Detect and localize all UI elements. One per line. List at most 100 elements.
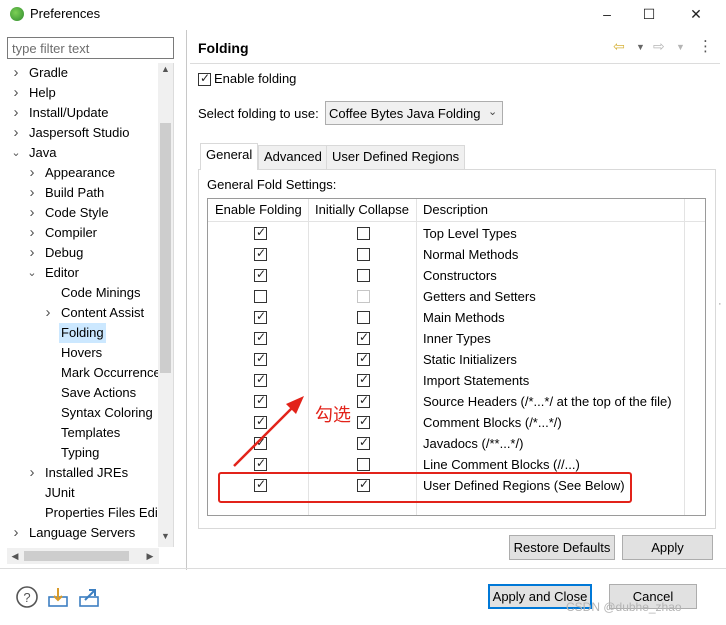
row-description: Inner Types <box>423 331 491 346</box>
sidebar-item-label: Templates <box>61 425 121 440</box>
enable-folding-checkbox[interactable] <box>254 225 267 240</box>
view-menu-icon[interactable]: ⋮ <box>698 37 713 55</box>
sidebar-item-label: Gradle <box>29 65 69 80</box>
column-divider <box>416 199 417 515</box>
chevron-right-icon[interactable]: › <box>11 123 21 143</box>
forward-arrow-icon[interactable]: ⇨ <box>653 38 665 55</box>
sidebar-item[interactable]: › Code Style <box>7 203 157 223</box>
chevron-right-icon[interactable]: › <box>27 243 37 263</box>
sidebar-item[interactable]: Mark Occurrence <box>7 363 161 383</box>
import-icon[interactable] <box>46 585 70 609</box>
enable-folding-checkbox[interactable] <box>254 351 267 366</box>
chevron-right-icon[interactable]: › <box>11 83 21 103</box>
sidebar-item[interactable]: › Content Assist <box>7 303 157 323</box>
initially-collapse-checkbox[interactable] <box>357 393 370 408</box>
initially-collapse-checkbox[interactable] <box>357 351 370 366</box>
row-description: Constructors <box>423 268 497 283</box>
column-header-collapse[interactable]: Initially Collapse <box>315 199 409 221</box>
enable-folding-checkbox[interactable] <box>254 267 267 282</box>
sidebar-item[interactable]: Hovers <box>7 343 157 363</box>
enable-folding-checkbox[interactable] <box>254 290 267 303</box>
forward-menu-chevron-icon[interactable]: ▼ <box>676 42 685 52</box>
row-description: Import Statements <box>423 373 530 388</box>
chevron-right-icon[interactable]: › <box>11 103 21 123</box>
row-description: Normal Methods <box>423 247 519 262</box>
sidebar-item[interactable]: ⌄ Editor <box>7 263 157 283</box>
restore-defaults-button[interactable]: Restore Defaults <box>509 535 615 560</box>
initially-collapse-checkbox[interactable] <box>357 372 370 387</box>
sidebar-item[interactable]: Properties Files Edi <box>7 503 158 523</box>
sidebar-item[interactable]: › Appearance <box>7 163 157 183</box>
preference-tree[interactable]: › Gradle › Help › Install/Update › Jaspersoft S… <box>7 63 174 547</box>
chevron-right-icon[interactable]: › <box>43 303 53 323</box>
pane-splitter[interactable] <box>186 30 187 570</box>
sidebar-item[interactable]: JUnit <box>7 483 157 503</box>
enable-folding-checkbox[interactable] <box>254 246 267 261</box>
chevron-right-icon[interactable]: › <box>27 223 37 243</box>
initially-collapse-checkbox[interactable] <box>357 330 370 345</box>
enable-folding-checkbox[interactable] <box>254 330 267 345</box>
maximize-icon[interactable]: ☐ <box>639 4 659 24</box>
column-header-enable[interactable]: Enable Folding <box>215 199 302 221</box>
scroll-up-icon[interactable]: ▲ <box>158 64 173 80</box>
sidebar-item[interactable]: ⌄ Java <box>7 143 157 163</box>
sidebar-item[interactable]: › Language Servers <box>7 523 157 543</box>
initially-collapse-checkbox[interactable] <box>357 435 370 450</box>
sidebar-item[interactable]: Code Minings <box>7 283 157 303</box>
apply-button[interactable]: Apply <box>622 535 713 560</box>
chevron-down-icon[interactable]: ⌄ <box>11 143 21 163</box>
sidebar-item-label: Content Assist <box>61 305 145 320</box>
initially-collapse-checkbox[interactable] <box>357 311 370 324</box>
initially-collapse-checkbox[interactable] <box>357 414 370 429</box>
sidebar-item[interactable]: Syntax Coloring <box>7 403 157 423</box>
tree-hscroll-thumb[interactable] <box>24 551 129 561</box>
sidebar-item[interactable]: Templates <box>7 423 157 443</box>
chevron-right-icon[interactable]: › <box>27 463 37 483</box>
sidebar-item[interactable]: Folding <box>7 323 157 343</box>
sidebar-item-label: Build Path <box>45 185 105 200</box>
tab-general[interactable]: General <box>200 143 259 170</box>
sidebar-item[interactable]: › Build Path <box>7 183 157 203</box>
tab-user-defined-regions[interactable]: User Defined Regions <box>326 145 466 169</box>
help-icon[interactable]: ? <box>15 585 39 609</box>
sidebar-item[interactable]: › Help <box>7 83 157 103</box>
sidebar-item[interactable]: › Debug <box>7 243 157 263</box>
sidebar-item[interactable]: › Gradle <box>7 63 157 83</box>
initially-collapse-checkbox[interactable] <box>357 269 370 282</box>
enable-folding-checkbox[interactable] <box>198 71 211 86</box>
back-menu-chevron-icon[interactable]: ▼ <box>636 42 645 52</box>
chevron-right-icon[interactable]: › <box>11 523 21 543</box>
enable-folding-checkbox[interactable] <box>254 309 267 324</box>
chevron-right-icon[interactable]: › <box>27 163 37 183</box>
sidebar-item[interactable]: › Install/Update <box>7 103 157 123</box>
initially-collapse-checkbox[interactable] <box>357 458 370 471</box>
sidebar-item[interactable]: Save Actions <box>7 383 157 403</box>
tab-advanced[interactable]: Advanced <box>258 145 328 169</box>
close-icon[interactable]: ✕ <box>686 4 706 24</box>
minimize-icon[interactable]: – <box>597 4 617 24</box>
sidebar-item[interactable]: › Installed JREs <box>7 463 157 483</box>
chevron-right-icon[interactable]: › <box>11 63 21 83</box>
eclipse-app-icon <box>10 7 24 21</box>
initially-collapse-checkbox[interactable] <box>357 290 370 303</box>
sidebar-item[interactable]: › Jaspersoft Studio <box>7 123 157 143</box>
chevron-down-icon[interactable]: ⌄ <box>488 105 497 118</box>
tree-scroll-thumb[interactable] <box>160 123 171 373</box>
chevron-down-icon[interactable]: ⌄ <box>27 263 37 283</box>
sidebar-item-label: Jaspersoft Studio <box>29 125 130 140</box>
back-arrow-icon[interactable]: ⇦ <box>613 38 625 55</box>
sidebar-item-label: Hovers <box>61 345 103 360</box>
initially-collapse-checkbox[interactable] <box>357 227 370 240</box>
scroll-left-icon[interactable]: ◀ <box>8 548 22 564</box>
initially-collapse-checkbox[interactable] <box>357 248 370 261</box>
chevron-right-icon[interactable]: › <box>27 203 37 223</box>
sidebar-item[interactable]: › Compiler <box>7 223 157 243</box>
chevron-right-icon[interactable]: › <box>27 183 37 203</box>
filter-input[interactable] <box>7 37 174 59</box>
enable-folding-checkbox[interactable] <box>254 372 267 387</box>
export-icon[interactable] <box>77 585 101 609</box>
column-header-description[interactable]: Description <box>423 199 488 221</box>
scroll-down-icon[interactable]: ▼ <box>158 531 173 547</box>
scroll-right-icon[interactable]: ▶ <box>143 548 157 564</box>
sidebar-item[interactable]: Typing <box>7 443 157 463</box>
